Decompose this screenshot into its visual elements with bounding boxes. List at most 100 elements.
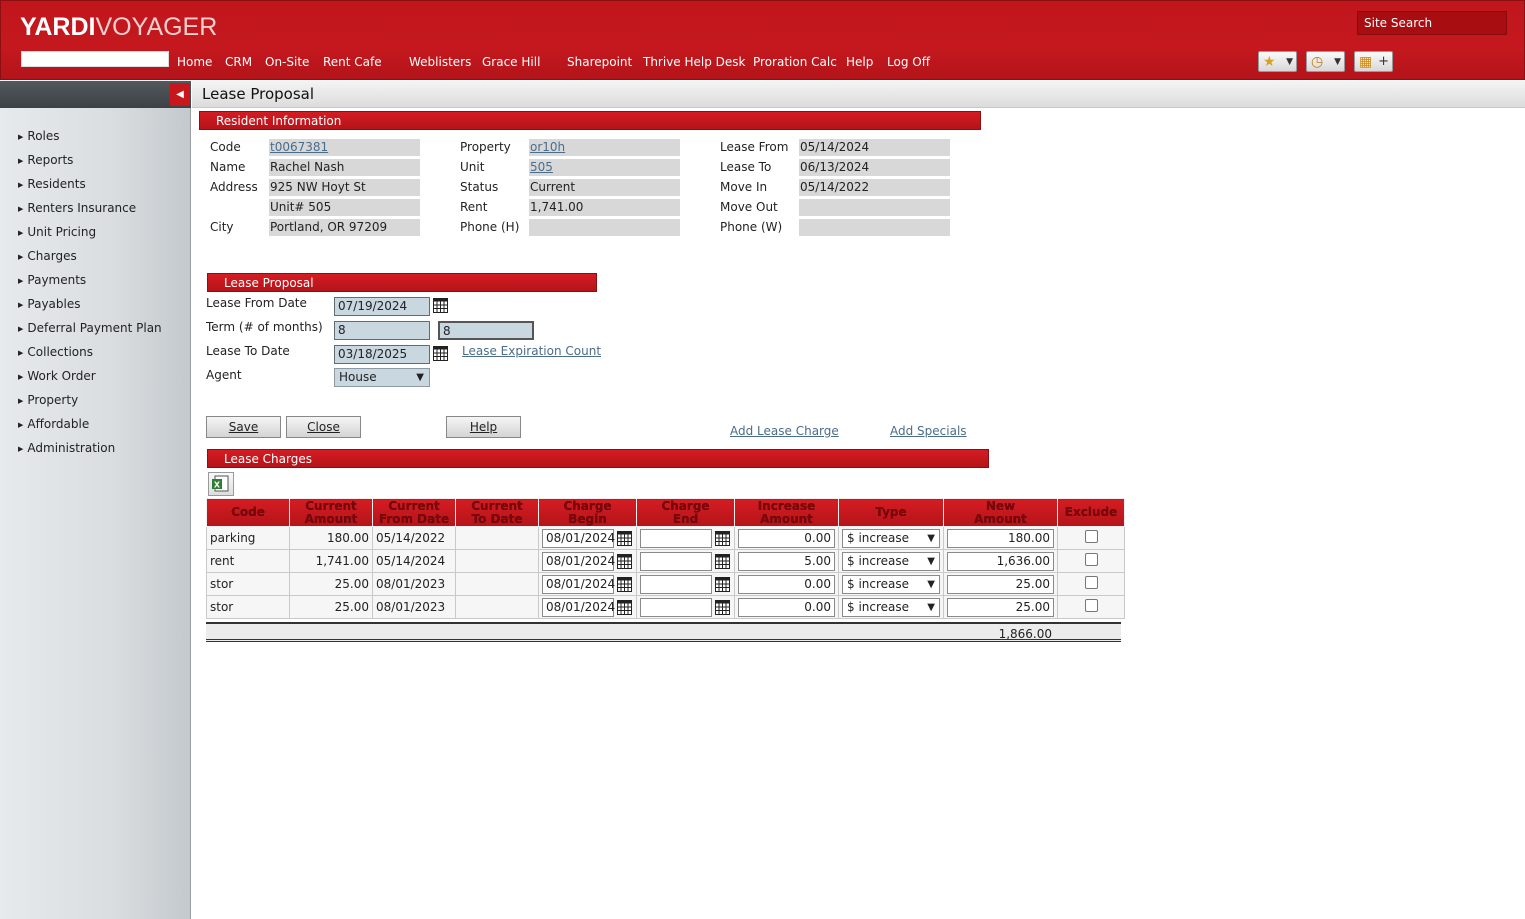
calendar-icon[interactable] bbox=[617, 599, 632, 615]
caret-right-icon: ▶ bbox=[18, 373, 24, 381]
term-months-input[interactable]: 8 bbox=[334, 321, 430, 340]
save-button[interactable]: Save bbox=[206, 416, 281, 438]
new-amount-input[interactable]: 25.00 bbox=[947, 574, 1054, 594]
nav-home[interactable]: Home bbox=[177, 55, 212, 69]
calendar-icon[interactable] bbox=[715, 576, 730, 592]
exclude-checkbox[interactable] bbox=[1084, 530, 1098, 543]
sidebar-item-work-order[interactable]: ▶ Work Order bbox=[18, 369, 96, 383]
favorites-button[interactable]: ★ ▼ bbox=[1258, 51, 1297, 72]
type-select[interactable]: $ increase ▼ bbox=[842, 551, 940, 571]
new-amount-input[interactable]: 25.00 bbox=[947, 597, 1054, 617]
calendar-icon[interactable] bbox=[617, 553, 632, 569]
increase-amount-input[interactable]: 0.00 bbox=[738, 574, 835, 594]
calendar-icon[interactable] bbox=[715, 599, 730, 615]
help-button[interactable]: Help bbox=[446, 416, 521, 438]
sidebar-item-affordable[interactable]: ▶ Affordable bbox=[18, 417, 89, 431]
charge-end-input[interactable] bbox=[640, 574, 712, 594]
increase-amount-input[interactable]: 0.00 bbox=[738, 597, 835, 617]
collapse-sidebar-icon[interactable]: ◀ bbox=[170, 83, 190, 106]
agent-select[interactable]: House ▼ bbox=[334, 368, 430, 387]
term-months-input-2[interactable]: 8 bbox=[438, 321, 534, 340]
excel-export-icon[interactable]: X bbox=[208, 472, 234, 496]
charge-begin-input[interactable]: 08/01/2024 bbox=[542, 597, 615, 617]
calendar-icon[interactable] bbox=[715, 530, 730, 546]
yardi-voyager-logo: YARDIVOYAGER bbox=[20, 13, 218, 41]
sidebar-item-administration[interactable]: ▶ Administration bbox=[18, 441, 115, 455]
address-line2-value: Unit# 505 bbox=[269, 199, 420, 216]
increase-amount-cell: 0.00 bbox=[734, 572, 839, 596]
nav-sharepoint[interactable]: Sharepoint bbox=[567, 55, 632, 69]
nav-proration-calc[interactable]: Proration Calc bbox=[753, 55, 837, 69]
lease-charges-header: Lease Charges bbox=[207, 449, 989, 468]
page-title-bar: Lease Proposal bbox=[192, 81, 1525, 108]
sidebar-item-roles[interactable]: ▶ Roles bbox=[18, 129, 60, 143]
sidebar-item-property[interactable]: ▶ Property bbox=[18, 393, 78, 407]
charge-end-input[interactable] bbox=[640, 597, 712, 617]
new-amount-input[interactable]: 180.00 bbox=[947, 528, 1054, 548]
table-header-row: Code Current Amount Current From Date Current… bbox=[206, 498, 1125, 527]
totals-row: 1,866.00 bbox=[206, 622, 1121, 642]
col-increase-amount-header: Increase Amount bbox=[734, 498, 839, 527]
nav-on-site[interactable]: On-Site bbox=[265, 55, 309, 69]
unit-link[interactable]: 505 bbox=[530, 160, 553, 174]
calendar-icon[interactable] bbox=[433, 346, 448, 361]
nav-grace-hill[interactable]: Grace Hill bbox=[482, 55, 540, 69]
close-button[interactable]: Close bbox=[286, 416, 361, 438]
sidebar-item-charges[interactable]: ▶ Charges bbox=[18, 249, 77, 263]
lease-to-date-input[interactable]: 03/18/2025 bbox=[334, 345, 430, 364]
lease-from-date-input[interactable]: 07/19/2024 bbox=[334, 297, 430, 316]
sidebar-item-renters-insurance[interactable]: ▶ Renters Insurance bbox=[18, 201, 136, 215]
dashboard-add-button[interactable]: ▦ + bbox=[1354, 51, 1393, 72]
charge-begin-input[interactable]: 08/01/2024 bbox=[542, 528, 615, 548]
nav-rent-cafe[interactable]: Rent Cafe bbox=[323, 55, 382, 69]
nav-crm[interactable]: CRM bbox=[225, 55, 252, 69]
calendar-icon[interactable] bbox=[433, 298, 448, 313]
lease-expiration-count-link[interactable]: Lease Expiration Count bbox=[462, 344, 601, 358]
city-value: Portland, OR 97209 bbox=[269, 219, 420, 236]
caret-right-icon: ▶ bbox=[18, 445, 24, 453]
nav-thrive-help-desk[interactable]: Thrive Help Desk bbox=[643, 55, 746, 69]
new-amount-input[interactable]: 1,636.00 bbox=[947, 551, 1054, 571]
type-select[interactable]: $ increase ▼ bbox=[842, 574, 940, 594]
col-exclude-header: Exclude bbox=[1057, 498, 1125, 527]
top-navigation: Home CRM On-Site Rent Cafe Weblisters Gr… bbox=[1, 55, 961, 71]
current-from-date: 08/01/2023 bbox=[372, 572, 456, 596]
charge-begin-input[interactable]: 08/01/2024 bbox=[542, 574, 615, 594]
exclude-checkbox[interactable] bbox=[1084, 553, 1098, 566]
sidebar-item-collections[interactable]: ▶ Collections bbox=[18, 345, 93, 359]
exclude-checkbox[interactable] bbox=[1084, 576, 1098, 589]
charge-end-input[interactable] bbox=[640, 528, 712, 548]
calendar-icon[interactable] bbox=[715, 553, 730, 569]
increase-amount-input[interactable]: 5.00 bbox=[738, 551, 835, 571]
site-search-input[interactable]: Site Search bbox=[1357, 11, 1507, 35]
status-label: Status bbox=[460, 180, 499, 194]
exclude-checkbox[interactable] bbox=[1084, 599, 1098, 612]
nav-help[interactable]: Help bbox=[846, 55, 873, 69]
sidebar-item-payments[interactable]: ▶ Payments bbox=[18, 273, 86, 287]
col-type-header: Type bbox=[838, 498, 944, 527]
star-icon: ★ bbox=[1263, 54, 1276, 70]
sidebar-item-payables[interactable]: ▶ Payables bbox=[18, 297, 80, 311]
name-value: Rachel Nash bbox=[269, 159, 420, 176]
increase-amount-input[interactable]: 0.00 bbox=[738, 528, 835, 548]
charge-begin-input[interactable]: 08/01/2024 bbox=[542, 551, 615, 571]
address-label: Address bbox=[210, 180, 258, 194]
charge-end-input[interactable] bbox=[640, 551, 712, 571]
calendar-icon[interactable] bbox=[617, 576, 632, 592]
sidebar-item-deferral-payment-plan[interactable]: ▶ Deferral Payment Plan bbox=[18, 321, 162, 335]
page-title: Lease Proposal bbox=[202, 85, 314, 103]
caret-right-icon: ▶ bbox=[18, 421, 24, 429]
sidebar-item-residents[interactable]: ▶ Residents bbox=[18, 177, 86, 191]
sidebar-item-reports[interactable]: ▶ Reports bbox=[18, 153, 73, 167]
sidebar-item-unit-pricing[interactable]: ▶ Unit Pricing bbox=[18, 225, 96, 239]
add-lease-charge-link[interactable]: Add Lease Charge bbox=[730, 424, 839, 438]
nav-weblisters[interactable]: Weblisters bbox=[409, 55, 471, 69]
calendar-icon[interactable] bbox=[617, 530, 632, 546]
property-link[interactable]: or10h bbox=[530, 140, 565, 154]
nav-log-off[interactable]: Log Off bbox=[887, 55, 930, 69]
recent-history-button[interactable]: ◷ ▼ bbox=[1306, 51, 1345, 72]
resident-code-link[interactable]: t0067381 bbox=[270, 140, 328, 154]
type-select[interactable]: $ increase ▼ bbox=[842, 528, 940, 548]
add-specials-link[interactable]: Add Specials bbox=[890, 424, 967, 438]
type-select[interactable]: $ increase ▼ bbox=[842, 597, 940, 617]
